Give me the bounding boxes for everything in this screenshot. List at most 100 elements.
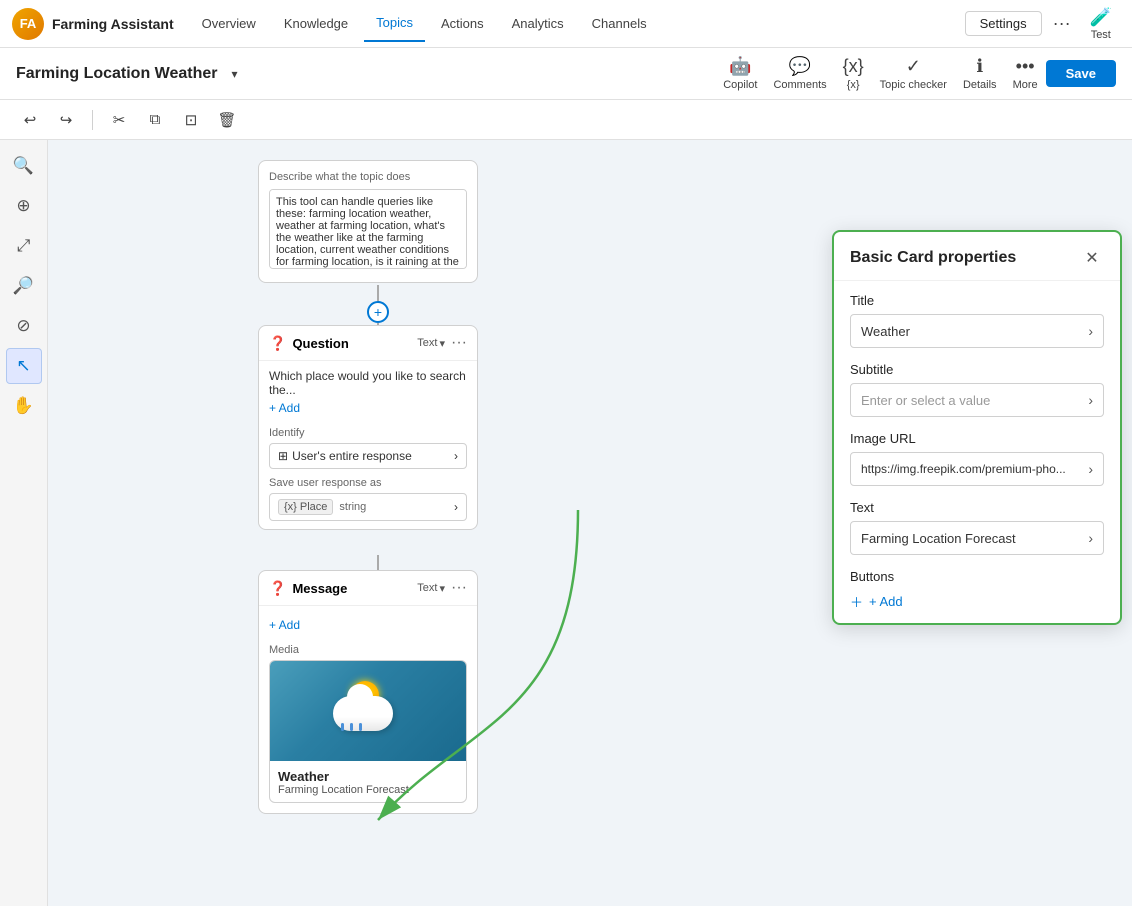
message-type[interactable]: Text ▾ — [417, 582, 445, 595]
comments-button[interactable]: 💬 Comments — [773, 56, 826, 91]
message-add[interactable]: + Add — [269, 614, 467, 636]
delete-button[interactable]: 🗑 — [213, 106, 241, 134]
details-button[interactable]: ℹ Details — [963, 56, 997, 91]
copy-button[interactable]: ⧉ — [141, 106, 169, 134]
test-button[interactable]: 🧪 Test — [1082, 5, 1120, 43]
nav-knowledge[interactable]: Knowledge — [272, 6, 360, 42]
divider — [92, 110, 93, 130]
topic-toolbar: Farming Location Weather ▾ 🤖 Copilot 💬 C… — [0, 48, 1132, 100]
no-entry-button[interactable]: ⊘ — [6, 308, 42, 344]
question-icon: ❓ — [269, 335, 286, 352]
nav-overview[interactable]: Overview — [190, 6, 268, 42]
more-button[interactable]: ••• More — [1013, 56, 1038, 91]
details-icon: ℹ — [976, 56, 983, 77]
message-more[interactable]: ··· — [451, 579, 467, 597]
comments-icon: 💬 — [789, 56, 811, 77]
nav-topics[interactable]: Topics — [364, 6, 425, 42]
cut-button[interactable]: ✂ — [105, 106, 133, 134]
plus-icon: ＋ — [850, 592, 863, 611]
image-url-field-group: Image URL https://img.freepik.com/premiu… — [850, 431, 1104, 486]
question-body: Which place would you like to search the… — [259, 361, 477, 529]
paste-button[interactable]: ⊡ — [177, 106, 205, 134]
rain-icon — [341, 723, 362, 731]
avatar: FA — [12, 8, 44, 40]
table-icon: ⊞ — [278, 449, 288, 463]
add-connector-1[interactable]: + — [367, 301, 389, 323]
zoom-in-button[interactable]: 🔍 — [6, 148, 42, 184]
left-tools: 🔍 ⊕ ⤢ 🔎 ⊘ ↖ ✋ — [0, 140, 48, 906]
copilot-button[interactable]: 🤖 Copilot — [723, 56, 757, 91]
var-badge: {x} Place — [278, 499, 333, 515]
copilot-icon: 🤖 — [729, 56, 751, 77]
cloud-icon — [333, 696, 393, 731]
identify-row[interactable]: ⊞ User's entire response › — [269, 443, 467, 469]
panel-body: Title Weather › Subtitle Enter or select… — [834, 281, 1120, 623]
connector-line-1 — [377, 285, 379, 301]
describe-node: Describe what the topic does This tool c… — [258, 160, 478, 283]
buttons-section: Buttons ＋ + Add — [850, 569, 1104, 611]
text-field-label: Text — [850, 500, 1104, 515]
subtitle-field-label: Subtitle — [850, 362, 1104, 377]
question-more[interactable]: ··· — [451, 334, 467, 352]
canvas[interactable]: Describe what the topic does This tool c… — [48, 140, 1132, 906]
panel-header: Basic Card properties ✕ — [834, 232, 1120, 281]
select-button[interactable]: ↖ — [6, 348, 42, 384]
test-icon: 🧪 — [1090, 7, 1112, 28]
title-field-input[interactable]: Weather › — [850, 314, 1104, 348]
expand-button[interactable]: ⤢ — [6, 228, 42, 264]
question-node: ❓ Question Text ▾ ··· Which place would … — [258, 325, 478, 530]
target-button[interactable]: ⊕ — [6, 188, 42, 224]
text-field-input[interactable]: Farming Location Forecast › — [850, 521, 1104, 555]
question-text: Which place would you like to search the… — [269, 369, 467, 397]
nav-analytics[interactable]: Analytics — [500, 6, 576, 42]
media-image — [270, 661, 466, 761]
edit-toolbar: ↩ ↪ ✂ ⧉ ⊡ 🗑 — [0, 100, 1132, 140]
toolbar-icons: 🤖 Copilot 💬 Comments {x} {x} ✓ Topic che… — [723, 56, 1037, 91]
panel-title: Basic Card properties — [850, 249, 1016, 267]
question-type[interactable]: Text ▾ — [417, 337, 445, 350]
identify-arrow: › — [454, 449, 458, 463]
text-field-arrow: › — [1088, 530, 1093, 546]
message-node-header: ❓ Message Text ▾ ··· — [259, 571, 477, 606]
redo-button[interactable]: ↪ — [52, 106, 80, 134]
var-icon: {x} — [284, 501, 297, 513]
message-title: Message — [292, 581, 411, 596]
save-response-label: Save user response as — [269, 477, 467, 489]
identify-label: Identify — [269, 427, 467, 439]
undo-button[interactable]: ↩ — [16, 106, 44, 134]
media-caption: Weather Farming Location Forecast — [270, 761, 466, 802]
save-response-row: {x} Place string › — [269, 493, 467, 521]
pan-button[interactable]: ✋ — [6, 388, 42, 424]
save-response-arrow: › — [454, 500, 458, 514]
topic-checker-button[interactable]: ✓ Topic checker — [880, 56, 947, 91]
variables-button[interactable]: {x} {x} — [843, 56, 864, 91]
zoom-out-button[interactable]: 🔎 — [6, 268, 42, 304]
text-field-group: Text Farming Location Forecast › — [850, 500, 1104, 555]
subtitle-field-group: Subtitle Enter or select a value › — [850, 362, 1104, 417]
side-panel: Basic Card properties ✕ Title Weather › … — [832, 230, 1122, 625]
variables-icon: {x} — [843, 56, 864, 77]
save-button[interactable]: Save — [1046, 60, 1116, 87]
topic-checker-icon: ✓ — [906, 56, 921, 77]
subtitle-field-input[interactable]: Enter or select a value › — [850, 383, 1104, 417]
image-url-arrow: › — [1088, 461, 1093, 477]
image-url-input[interactable]: https://img.freepik.com/premium-pho... › — [850, 452, 1104, 486]
message-node: ❓ Message Text ▾ ··· + Add Media — [258, 570, 478, 814]
card-title: Weather — [278, 769, 458, 784]
describe-textarea[interactable]: This tool can handle queries like these:… — [269, 189, 467, 269]
topic-dropdown-arrow[interactable]: ▾ — [232, 67, 238, 81]
var-type: string — [339, 501, 448, 513]
title-field-label: Title — [850, 293, 1104, 308]
media-label: Media — [269, 644, 467, 656]
save-response-section: Save user response as {x} Place string › — [269, 477, 467, 521]
add-button-item[interactable]: ＋ + Add — [850, 592, 1104, 611]
title-field-arrow: › — [1088, 323, 1093, 339]
nav-channels[interactable]: Channels — [580, 6, 659, 42]
nav-actions[interactable]: Actions — [429, 6, 496, 42]
panel-close-button[interactable]: ✕ — [1080, 246, 1104, 270]
settings-button[interactable]: Settings — [965, 11, 1042, 36]
nav-more-button[interactable]: ··· — [1046, 8, 1078, 40]
app-name: Farming Assistant — [52, 16, 174, 32]
card-subtitle: Farming Location Forecast — [278, 784, 458, 796]
question-add[interactable]: + Add — [269, 397, 467, 419]
